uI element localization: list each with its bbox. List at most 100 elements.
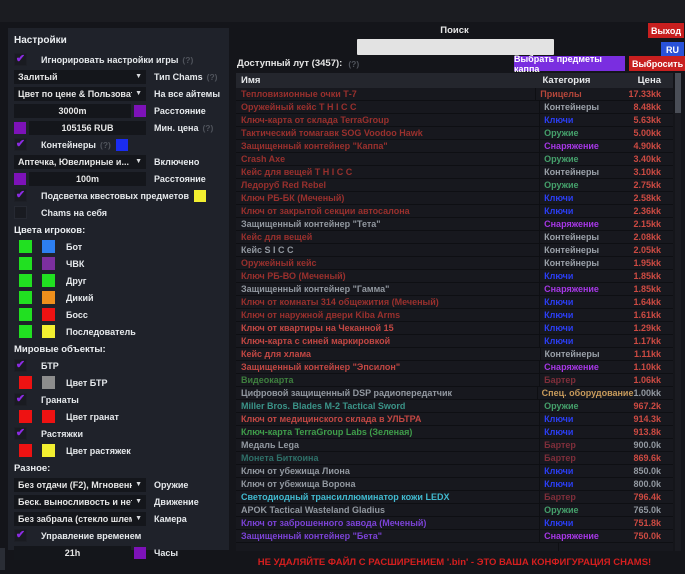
dropdown[interactable]: Залитый▼: [14, 70, 146, 84]
select-kappa-items-button[interactable]: Выбрать предметы каппа: [514, 56, 625, 71]
table-row[interactable]: Оружейный кейс T H I C CКонтейнеры8.48kk: [236, 101, 673, 114]
table-row[interactable]: Miller Bros. Blades M-2 Tactical SwordОр…: [236, 400, 673, 413]
table-row[interactable]: Защищенный контейнер "Эпсилон"Снаряжение…: [236, 361, 673, 374]
column-header-name[interactable]: Имя: [236, 75, 543, 86]
window-edge-handle[interactable]: [0, 548, 5, 570]
color-swatch[interactable]: [19, 240, 32, 253]
help-icon[interactable]: (?): [182, 55, 193, 65]
color-swatch[interactable]: [19, 308, 32, 321]
table-row[interactable]: Монета БиткоинаБартер869.6k: [236, 452, 673, 465]
setting-label: Часы: [154, 548, 178, 558]
text-input[interactable]: 105156 RUB: [29, 121, 146, 135]
checkbox[interactable]: ✔: [14, 529, 27, 542]
setting-row-input: 21h Часы: [12, 544, 225, 561]
table-row[interactable]: Ключ от убежища ВоронаКлючи800.0k: [236, 478, 673, 491]
table-row[interactable]: Защищенный контейнер "Каппа"Снаряжение4.…: [236, 140, 673, 153]
color-swatch[interactable]: [19, 257, 32, 270]
color-swatch[interactable]: [19, 444, 32, 457]
drop-all-button[interactable]: Выбросить все: [629, 56, 685, 71]
table-row[interactable]: Crash AxeОружие3.40kk: [236, 153, 673, 166]
help-icon[interactable]: (?): [202, 123, 213, 133]
checkbox[interactable]: [14, 206, 27, 219]
chevron-down-icon: ▼: [135, 73, 142, 80]
color-swatch[interactable]: [42, 257, 55, 270]
table-row[interactable]: Тактический томагавк SOG Voodoo HawkОруж…: [236, 127, 673, 140]
help-icon[interactable]: (?): [100, 140, 111, 150]
table-row[interactable]: Кейс для вещей T H I C CКонтейнеры3.10kk: [236, 166, 673, 179]
table-row[interactable]: Ключ от наружной двери Kiba ArmsКлючи1.6…: [236, 309, 673, 322]
color-swatch[interactable]: [19, 291, 32, 304]
dropdown[interactable]: Без забрала (стекло шлема)▼: [14, 512, 146, 526]
table-scrollbar[interactable]: [675, 73, 681, 551]
table-row[interactable]: Кейс для хламаКонтейнеры1.11kk: [236, 348, 673, 361]
text-input[interactable]: 21h: [14, 546, 131, 560]
color-swatch[interactable]: [14, 173, 26, 185]
color-swatch[interactable]: [134, 105, 146, 117]
help-icon[interactable]: (?): [348, 59, 359, 69]
table-row[interactable]: APOK Tactical Wasteland GladiusОружие765…: [236, 504, 673, 517]
table-row[interactable]: ВидеокартаБартер1.06kk: [236, 374, 673, 387]
exit-button[interactable]: Выход: [648, 23, 684, 38]
language-button[interactable]: RU: [661, 42, 684, 57]
dropdown[interactable]: Беск. выносливость и нет уста:▼: [14, 495, 146, 509]
table-row[interactable]: Ключ от убежища ЛионаКлючи850.0k: [236, 465, 673, 478]
help-icon[interactable]: (?): [207, 72, 218, 82]
color-swatch[interactable]: [42, 325, 55, 338]
chevron-down-icon: ▼: [135, 498, 142, 505]
table-row[interactable]: Кейс для вещейКонтейнеры2.08kk: [236, 231, 673, 244]
color-swatch[interactable]: [134, 547, 146, 559]
color-swatch[interactable]: [194, 190, 206, 202]
table-row[interactable]: Ключ от квартиры на Чеканной 15Ключи1.29…: [236, 322, 673, 335]
text-input[interactable]: 100m: [29, 172, 146, 186]
color-swatch[interactable]: [42, 291, 55, 304]
color-swatch[interactable]: [42, 274, 55, 287]
table-row[interactable]: Защищенный контейнер "Гамма"Снаряжение1.…: [236, 283, 673, 296]
table-row[interactable]: Ключ от комнаты 314 общежития (Меченый)К…: [236, 296, 673, 309]
dropdown[interactable]: Цвет по цене & Пользователь▼: [14, 87, 146, 101]
table-row[interactable]: Ключ-карта от склада TerraGroupКлючи5.63…: [236, 114, 673, 127]
item-category: Ключи: [539, 270, 633, 282]
dropdown[interactable]: Без отдачи (F2), Мгновенное п▼: [14, 478, 146, 492]
color-swatch[interactable]: [42, 240, 55, 253]
dropdown[interactable]: Аптечка, Ювелирные и...▼: [14, 155, 146, 169]
scrollbar-thumb[interactable]: [675, 73, 681, 113]
color-swatch[interactable]: [116, 139, 128, 151]
color-swatch[interactable]: [42, 444, 55, 457]
table-row[interactable]: Светодиодный трансиллюминатор кожи LEDXБ…: [236, 491, 673, 504]
checkbox[interactable]: ✔: [14, 138, 27, 151]
table-row[interactable]: Ключ РБ-БК (Меченый)Ключи2.58kk: [236, 192, 673, 205]
table-row[interactable]: Ключ РБ-ВО (Меченый)Ключи1.85kk: [236, 270, 673, 283]
item-category: Контейнеры: [540, 348, 634, 360]
table-row[interactable]: Ключ от заброшенного завода (Меченый)Клю…: [236, 517, 673, 530]
column-header-category[interactable]: Категория: [543, 75, 638, 86]
checkbox[interactable]: ✔: [14, 359, 27, 372]
table-row[interactable]: Ледоруб Red RebelОружие2.75kk: [236, 179, 673, 192]
table-row[interactable]: Кейс S I C CКонтейнеры2.05kk: [236, 244, 673, 257]
checkbox[interactable]: ✔: [14, 53, 27, 66]
table-row[interactable]: Ключ-карта TerraGroup Labs (Зеленая)Ключ…: [236, 426, 673, 439]
color-swatch[interactable]: [42, 410, 55, 423]
color-swatch[interactable]: [42, 376, 55, 389]
table-row[interactable]: Медаль LegaБартер900.0k: [236, 439, 673, 452]
table-row[interactable]: [236, 543, 673, 551]
table-row[interactable]: Ключ от медицинского склада в УЛЬТРАКлюч…: [236, 413, 673, 426]
table-row[interactable]: Защищенный контейнер "Бета"Снаряжение750…: [236, 530, 673, 543]
item-price: 900.0k: [633, 440, 673, 450]
table-row[interactable]: Тепловизионные очки Т-7Прицелы17.33kk: [236, 88, 673, 101]
table-row[interactable]: Защищенный контейнер "Тета"Снаряжение2.1…: [236, 218, 673, 231]
checkbox[interactable]: ✔: [14, 393, 27, 406]
color-swatch[interactable]: [19, 325, 32, 338]
table-row[interactable]: Ключ-карта с синей маркировкойКлючи1.17k…: [236, 335, 673, 348]
text-input[interactable]: 3000m: [14, 104, 131, 118]
column-header-price[interactable]: Цена: [638, 75, 673, 86]
table-row[interactable]: Цифровой защищенный DSP радиопередатчикС…: [236, 387, 673, 400]
color-swatch[interactable]: [19, 274, 32, 287]
checkbox[interactable]: ✔: [14, 189, 27, 202]
color-swatch[interactable]: [19, 410, 32, 423]
color-swatch[interactable]: [19, 376, 32, 389]
table-row[interactable]: Оружейный кейсКонтейнеры1.95kk: [236, 257, 673, 270]
color-swatch[interactable]: [14, 122, 26, 134]
checkbox[interactable]: ✔: [14, 427, 27, 440]
table-row[interactable]: Ключ от закрытой секции автосалонаКлючи2…: [236, 205, 673, 218]
color-swatch[interactable]: [42, 308, 55, 321]
